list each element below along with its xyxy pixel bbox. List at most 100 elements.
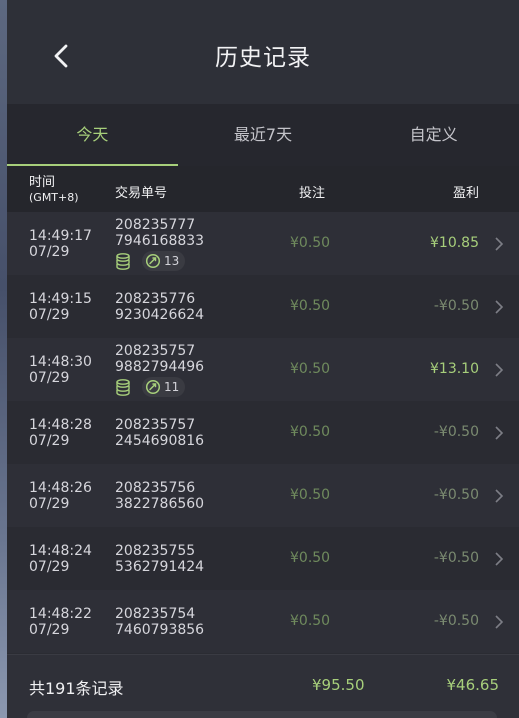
row-time-clock: 14:48:22 (29, 606, 92, 622)
coins-icon (116, 379, 130, 396)
table-row[interactable]: 14:48:24 07/29 208235755 5362791424 ¥0.5… (7, 527, 519, 590)
chevron-right-icon (495, 426, 504, 440)
coins-icon (116, 253, 130, 270)
row-bet: ¥0.50 (290, 550, 331, 566)
row-profit: -¥0.50 (433, 424, 479, 440)
row-time-clock: 14:49:15 (29, 291, 92, 307)
row-time-date: 07/29 (29, 496, 70, 512)
row-badges: 11 (115, 377, 186, 397)
row-time-date: 07/29 (29, 433, 70, 449)
table-row[interactable]: 14:48:28 07/29 208235757 2454690816 ¥0.5… (7, 401, 519, 464)
row-time-date: 07/29 (29, 559, 70, 575)
row-time-clock: 14:48:28 (29, 417, 92, 433)
row-order: 208235757 2454690816 (115, 417, 204, 449)
row-order: 208235754 7460793856 (115, 606, 204, 638)
row-time-clock: 14:49:17 (29, 228, 92, 244)
chevron-right-icon (495, 615, 504, 629)
chevron-right-icon (495, 237, 504, 251)
row-order: 208235757 9882794496 (115, 343, 204, 375)
row-bet: ¥0.50 (290, 613, 331, 629)
history-panel: 历史记录 今天 最近7天 自定义 时间 (GMT+8) 交易单号 投注 盈利 1… (7, 0, 519, 718)
row-time-clock: 14:48:30 (29, 354, 92, 370)
table-row[interactable]: 14:48:26 07/29 208235756 3822786560 ¥0.5… (7, 464, 519, 527)
total-bet: ¥95.50 (312, 676, 365, 694)
row-order-line1: 208235756 (115, 480, 196, 496)
row-bet: ¥0.50 (290, 487, 331, 503)
row-order-line1: 208235777 (115, 217, 196, 233)
tab-custom[interactable]: 自定义 (348, 104, 519, 166)
row-bet: ¥0.50 (290, 424, 331, 440)
row-time: 14:48:28 07/29 (29, 417, 92, 449)
row-profit: ¥10.85 (430, 235, 479, 251)
column-time-label: 时间 (29, 175, 56, 190)
row-time: 14:48:24 07/29 (29, 543, 92, 575)
bottom-handle (27, 711, 497, 718)
row-time-date: 07/29 (29, 622, 70, 638)
chevron-right-icon (495, 300, 504, 314)
column-timezone-label: (GMT+8) (29, 191, 79, 204)
refresh-ring-icon (145, 253, 161, 269)
row-bet: ¥0.50 (290, 361, 331, 377)
column-order: 交易单号 (115, 186, 168, 201)
column-header: 时间 (GMT+8) 交易单号 投注 盈利 (7, 166, 519, 212)
total-profit: ¥46.65 (446, 676, 500, 694)
row-time: 14:48:26 07/29 (29, 480, 92, 512)
row-time-date: 07/29 (29, 307, 70, 323)
table-row[interactable]: 14:48:22 07/29 208235754 7460793856 ¥0.5… (7, 590, 519, 653)
row-profit: -¥0.50 (433, 487, 479, 503)
refresh-ring-icon (145, 379, 161, 395)
free-spin-badge: 13 (142, 251, 186, 271)
table-row[interactable]: 14:49:15 07/29 208235776 9230426624 ¥0.5… (7, 275, 519, 338)
row-order-line1: 208235776 (115, 291, 196, 307)
row-time-date: 07/29 (29, 370, 70, 386)
table-row[interactable]: 14:48:30 07/29 208235757 9882794496 11 ¥… (7, 338, 519, 401)
row-order-line2: 7946168833 (115, 233, 205, 249)
summary-footer: 共191条记录 ¥95.50 ¥46.65 (7, 654, 519, 718)
record-count: 共191条记录 (29, 679, 124, 698)
page-title: 历史记录 (215, 45, 311, 71)
row-order-line2: 9882794496 (115, 359, 205, 375)
column-time: 时间 (GMT+8) (29, 175, 79, 205)
row-order-line2: 3822786560 (115, 496, 205, 512)
tab-last-7-days[interactable]: 最近7天 (178, 104, 349, 166)
row-time-clock: 14:48:24 (29, 543, 92, 559)
row-bet: ¥0.50 (290, 235, 331, 251)
header: 历史记录 (7, 0, 519, 104)
row-badges: 13 (115, 251, 186, 271)
chevron-right-icon (495, 552, 504, 566)
record-list: 14:49:17 07/29 208235777 7946168833 13 ¥… (7, 212, 519, 653)
free-spin-badge: 11 (142, 377, 186, 397)
row-profit: -¥0.50 (433, 298, 479, 314)
row-profit: ¥13.10 (430, 361, 479, 377)
row-time: 14:49:15 07/29 (29, 291, 92, 323)
row-order-line2: 7460793856 (115, 622, 205, 638)
row-time: 14:48:30 07/29 (29, 354, 92, 386)
row-order-line2: 5362791424 (115, 559, 205, 575)
free-spin-count: 13 (164, 254, 180, 268)
tab-bar: 今天 最近7天 自定义 (7, 104, 519, 166)
chevron-right-icon (495, 489, 504, 503)
row-time-date: 07/29 (29, 244, 70, 260)
row-order-line1: 208235757 (115, 417, 196, 433)
row-order: 208235755 5362791424 (115, 543, 204, 575)
free-spin-count: 11 (164, 380, 180, 394)
row-time: 14:48:22 07/29 (29, 606, 92, 638)
row-time: 14:49:17 07/29 (29, 228, 92, 260)
row-order: 208235777 7946168833 (115, 217, 204, 249)
row-order-line2: 9230426624 (115, 307, 205, 323)
row-time-clock: 14:48:26 (29, 480, 92, 496)
column-profit: 盈利 (452, 186, 479, 201)
row-bet: ¥0.50 (290, 298, 331, 314)
row-order-line1: 208235754 (115, 606, 196, 622)
row-order-line2: 2454690816 (115, 433, 205, 449)
row-order-line1: 208235757 (115, 343, 196, 359)
row-order: 208235756 3822786560 (115, 480, 204, 512)
chevron-right-icon (495, 363, 504, 377)
row-order-line1: 208235755 (115, 543, 196, 559)
row-profit: -¥0.50 (433, 613, 479, 629)
row-profit: -¥0.50 (433, 550, 479, 566)
table-row[interactable]: 14:49:17 07/29 208235777 7946168833 13 ¥… (7, 212, 519, 275)
row-order: 208235776 9230426624 (115, 291, 204, 323)
column-bet: 投注 (299, 186, 326, 201)
tab-today[interactable]: 今天 (7, 104, 178, 166)
